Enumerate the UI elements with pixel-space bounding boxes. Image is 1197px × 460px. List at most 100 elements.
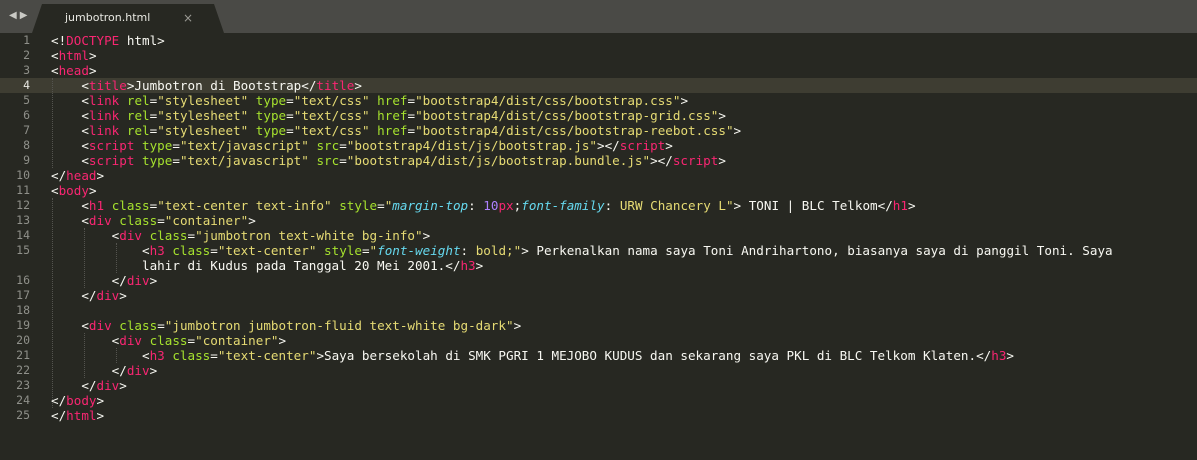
code-line[interactable]: <div class="container"> xyxy=(51,213,1113,228)
code-line[interactable]: <h3 class="text-center">Saya bersekolah … xyxy=(51,348,1113,363)
code-token: > xyxy=(96,168,105,183)
code-token: src xyxy=(316,138,340,153)
code-token: > xyxy=(149,273,158,288)
code-token: : xyxy=(460,243,476,258)
code-token: link xyxy=(88,108,120,123)
code-token: html> xyxy=(119,33,165,48)
code-line[interactable]: </body> xyxy=(51,393,1113,408)
close-icon[interactable]: × xyxy=(183,11,193,25)
code-line[interactable]: <link rel="stylesheet" type="text/css" h… xyxy=(51,93,1113,108)
code-token: style xyxy=(324,243,362,258)
code-token: "text/javascript" xyxy=(179,153,309,168)
code-token: script xyxy=(672,153,719,168)
code-line[interactable]: <!DOCTYPE html> xyxy=(51,33,1113,48)
code-token: = xyxy=(407,93,416,108)
code-token: > xyxy=(278,333,287,348)
code-token: "text-center" xyxy=(217,243,317,258)
code-token: <! xyxy=(51,33,67,48)
code-line[interactable]: </head> xyxy=(51,168,1113,183)
code-line[interactable]: <div class="jumbotron jumbotron-fluid te… xyxy=(51,318,1113,333)
code-token: = xyxy=(286,108,294,123)
code-token: > xyxy=(718,153,726,168)
code-line[interactable]: <script type="text/javascript" src="boot… xyxy=(51,153,1113,168)
line-number: 23 xyxy=(16,378,30,392)
code-token: < xyxy=(51,183,59,198)
line-number: 10 xyxy=(16,168,30,182)
code-token: script xyxy=(619,138,666,153)
code-line[interactable]: <html> xyxy=(51,48,1113,63)
line-number: 24 xyxy=(16,393,30,407)
code-token: > TONI | BLC Telkom</ xyxy=(733,198,893,213)
code-token: > xyxy=(88,48,97,63)
line-number: 9 xyxy=(23,153,30,167)
code-token: head xyxy=(66,168,97,183)
line-number: 12 xyxy=(16,198,30,212)
line-number: 6 xyxy=(23,108,30,122)
code-line[interactable]: <title>Jumbotron di Bootstrap</title> xyxy=(51,78,1113,93)
code-line[interactable]: </div> xyxy=(51,273,1113,288)
code-token: type xyxy=(255,93,287,108)
code-token: < xyxy=(51,318,89,333)
line-number: 19 xyxy=(16,318,30,332)
code-token: "stylesheet" xyxy=(157,108,249,123)
code-line[interactable]: <h3 class="text-center" style="font-weig… xyxy=(51,243,1113,258)
code-line[interactable] xyxy=(51,303,1113,318)
line-number: 25 xyxy=(16,408,30,422)
chevron-left-icon[interactable]: ◀ xyxy=(9,10,20,21)
code-line[interactable]: <div class="jumbotron text-white bg-info… xyxy=(51,228,1113,243)
tab-bar: ◀▶ jumbotron.html × xyxy=(0,0,1197,33)
code-line[interactable]: <link rel="stylesheet" type="text/css" h… xyxy=(51,123,1113,138)
code-token: h3 xyxy=(149,243,165,258)
code-token: < xyxy=(51,138,89,153)
code-token: div xyxy=(96,378,120,393)
code-token: "bootstrap4/dist/js/bootstrap.bundle.js" xyxy=(346,153,651,168)
code-line[interactable]: <div class="container"> xyxy=(51,333,1113,348)
line-number: 22 xyxy=(16,363,30,377)
code-token: < xyxy=(51,348,150,363)
tab-nav-arrows[interactable]: ◀▶ xyxy=(9,10,30,21)
code-token: type xyxy=(142,138,173,153)
code-area[interactable]: <!DOCTYPE html> <html> <head> <title>Jumbo… xyxy=(51,33,1113,423)
code-line[interactable]: <body> xyxy=(51,183,1113,198)
code-token: h3 xyxy=(460,258,476,273)
code-line[interactable]: </div> xyxy=(51,363,1113,378)
code-token: "container" xyxy=(195,333,279,348)
code-token: = xyxy=(407,108,416,123)
code-token: </ xyxy=(51,273,127,288)
code-line[interactable]: <script type="text/javascript" src="boot… xyxy=(51,138,1113,153)
code-line[interactable]: <head> xyxy=(51,63,1113,78)
code-token: < xyxy=(51,198,89,213)
code-token: > Perkenalkan nama saya Toni Andriharton… xyxy=(521,243,1113,258)
code-line[interactable]: <h1 class="text-center text-info" style=… xyxy=(51,198,1113,213)
code-token: ></ xyxy=(597,138,620,153)
code-token: "bootstrap4/dist/css/bootstrap-grid.css" xyxy=(415,108,719,123)
code-token: </ xyxy=(51,393,67,408)
code-line[interactable]: </html> xyxy=(51,408,1113,423)
code-token: = xyxy=(187,228,196,243)
code-token: "text-center text-info" xyxy=(157,198,332,213)
code-line[interactable]: </div> xyxy=(51,378,1113,393)
code-token: div xyxy=(126,273,150,288)
code-token: URW Chancery L" xyxy=(619,198,734,213)
code-editor[interactable]: 1 2 3 4 5 6 7 8 9 10 11 12 13 14 15 16 17 18 19 20 21 22 23 24 2… xyxy=(0,33,1197,460)
chevron-right-icon[interactable]: ▶ xyxy=(20,10,31,21)
code-token: > xyxy=(354,78,362,93)
code-line[interactable]: </div> xyxy=(51,288,1113,303)
line-number: 13 xyxy=(16,213,30,227)
code-token: = xyxy=(286,93,294,108)
code-token: </ xyxy=(51,363,127,378)
code-token: head xyxy=(58,63,89,78)
tab-jumbotron[interactable]: jumbotron.html × xyxy=(32,4,224,33)
code-token: h3 xyxy=(991,348,1007,363)
code-token: ></ xyxy=(650,153,673,168)
code-token: class xyxy=(172,348,211,363)
code-token: link xyxy=(88,93,120,108)
code-line[interactable]: <link rel="stylesheet" type="text/css" h… xyxy=(51,108,1113,123)
code-token: div xyxy=(119,228,142,243)
line-number: 16 xyxy=(16,273,30,287)
code-line[interactable]: lahir di Kudus pada Tanggal 20 Mei 2001.… xyxy=(51,258,1113,273)
